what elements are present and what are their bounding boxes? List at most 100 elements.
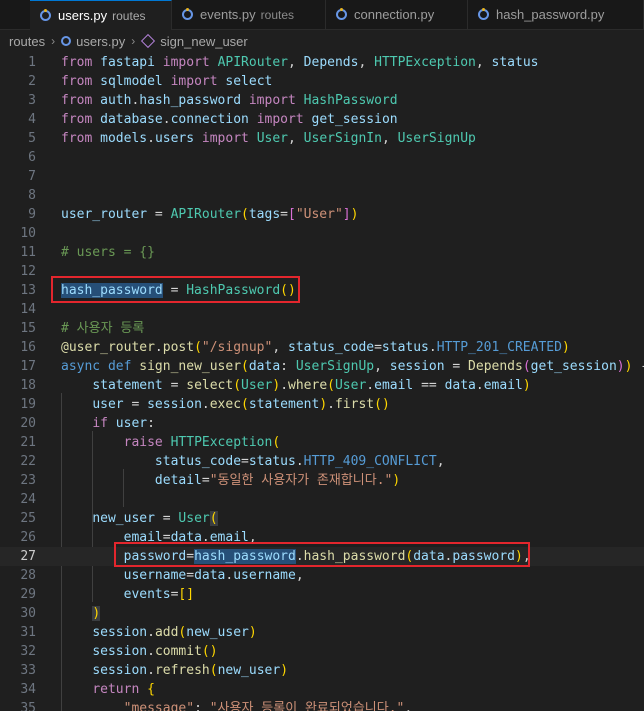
python-file-icon xyxy=(61,36,72,46)
code-line[interactable]: 2 from sqlmodel import select xyxy=(0,72,644,91)
code-text[interactable]: "message": "사용자 등록이 완료되었습니다.", xyxy=(61,699,413,711)
code-text[interactable]: session.commit() xyxy=(61,642,217,661)
code-line[interactable]: 4 from database.connection import get_ses… xyxy=(0,110,644,129)
code-text[interactable]: from models.users import User, UserSignI… xyxy=(61,129,476,148)
method-symbol-icon xyxy=(141,33,156,49)
code-line[interactable]: 11 # users = {} xyxy=(0,243,644,262)
tab-folder-name: routes xyxy=(260,7,295,22)
tab-users-py[interactable]: users.py routes xyxy=(30,0,172,30)
line-number: 18 xyxy=(20,378,36,393)
code-line[interactable]: 10 xyxy=(0,224,644,243)
code-text[interactable]: email=data.email, xyxy=(61,528,257,547)
line-number: 4 xyxy=(28,112,36,127)
code-line[interactable]: 33 session.refresh(new_user) xyxy=(0,661,644,680)
code-line[interactable]: 29 events=[] xyxy=(0,585,644,604)
breadcrumb: routes › users.py › sign_new_user xyxy=(0,30,644,52)
line-number: 31 xyxy=(20,625,36,640)
line-number: 12 xyxy=(20,264,36,279)
code-line[interactable]: 16 @user_router.post("/signup", status_co… xyxy=(0,338,644,357)
breadcrumb-folder[interactable]: routes xyxy=(9,34,45,49)
code-text[interactable]: status_code=status.HTTP_409_CONFLICT, xyxy=(61,452,445,471)
line-number: 9 xyxy=(28,207,36,222)
code-text[interactable]: new_user = User( xyxy=(61,509,218,528)
code-line[interactable]: 17 async def sign_new_user(data: UserSign… xyxy=(0,357,644,376)
chevron-right-icon: › xyxy=(51,34,56,48)
code-line[interactable]: 34 return { xyxy=(0,680,644,699)
code-line[interactable]: 8 xyxy=(0,186,644,205)
code-text[interactable]: session.refresh(new_user) xyxy=(61,661,288,680)
line-number: 6 xyxy=(28,150,36,165)
code-line[interactable]: 19 user = session.exec(statement).first(… xyxy=(0,395,644,414)
line-number: 23 xyxy=(20,473,36,488)
code-text[interactable]: @user_router.post("/signup", status_code… xyxy=(61,338,570,357)
line-number: 29 xyxy=(20,587,36,602)
code-text[interactable]: hash_password = HashPassword() xyxy=(61,281,296,300)
tab-file-name: connection.py xyxy=(354,7,435,22)
tab-connection-py[interactable]: connection.py xyxy=(326,0,468,29)
breadcrumb-symbol[interactable]: sign_new_user xyxy=(160,34,247,49)
line-number: 3 xyxy=(28,93,36,108)
code-line[interactable]: 28 username=data.username, xyxy=(0,566,644,585)
line-number: 17 xyxy=(20,359,36,374)
line-number: 10 xyxy=(20,226,36,241)
code-line[interactable]: 21 raise HTTPException( xyxy=(0,433,644,452)
code-line[interactable]: 9 user_router = APIRouter(tags=["User"]) xyxy=(0,205,644,224)
code-text[interactable]: # users = {} xyxy=(61,243,155,262)
code-text[interactable]: session.add(new_user) xyxy=(61,623,256,642)
code-line[interactable]: 18 statement = select(User).where(User.e… xyxy=(0,376,644,395)
code-line[interactable]: 15 # 사용자 등록 xyxy=(0,319,644,338)
code-text[interactable]: statement = select(User).where(User.emai… xyxy=(61,376,530,395)
code-line[interactable]: 5 from models.users import User, UserSign… xyxy=(0,129,644,148)
code-line[interactable]: 14 xyxy=(0,300,644,319)
code-line[interactable]: 31 session.add(new_user) xyxy=(0,623,644,642)
python-file-icon xyxy=(40,9,51,21)
code-text[interactable]: detail="동일한 사용자가 존재합니다.") xyxy=(61,471,400,490)
code-line[interactable]: 6 xyxy=(0,148,644,167)
code-text[interactable]: if user: xyxy=(61,414,155,433)
line-number: 1 xyxy=(28,55,36,70)
code-line[interactable]: 23 detail="동일한 사용자가 존재합니다.") xyxy=(0,471,644,490)
code-text[interactable]: user_router = APIRouter(tags=["User"]) xyxy=(61,205,358,224)
line-number: 7 xyxy=(28,169,36,184)
code-line[interactable]: 22 status_code=status.HTTP_409_CONFLICT, xyxy=(0,452,644,471)
code-line[interactable]: 7 xyxy=(0,167,644,186)
code-line[interactable]: 24 xyxy=(0,490,644,509)
code-text[interactable]: # 사용자 등록 xyxy=(61,319,144,338)
code-text[interactable]: password=hash_password.hash_password(dat… xyxy=(61,547,531,566)
code-text[interactable]: from fastapi import APIRouter, Depends, … xyxy=(61,53,539,72)
code-line[interactable]: 27 password=hash_password.hash_password(… xyxy=(0,547,644,566)
code-text[interactable]: raise HTTPException( xyxy=(61,433,281,452)
code-text[interactable]: username=data.username, xyxy=(61,566,304,585)
code-line[interactable]: 20 if user: xyxy=(0,414,644,433)
tab-events-py[interactable]: events.py routes xyxy=(172,0,326,29)
code-text[interactable]: user = session.exec(statement).first() xyxy=(61,395,389,414)
code-text[interactable]: ) xyxy=(61,604,101,623)
line-number: 33 xyxy=(20,663,36,678)
code-text[interactable]: return { xyxy=(61,680,155,699)
code-text[interactable]: from auth.hash_password import HashPassw… xyxy=(61,91,398,110)
code-text[interactable]: from database.connection import get_sess… xyxy=(61,110,398,129)
code-text[interactable]: events=[] xyxy=(61,585,194,604)
code-line[interactable]: 32 session.commit() xyxy=(0,642,644,661)
code-line[interactable]: 25 new_user = User( xyxy=(0,509,644,528)
code-line[interactable]: 26 email=data.email, xyxy=(0,528,644,547)
code-line[interactable]: 3 from auth.hash_password import HashPass… xyxy=(0,91,644,110)
python-file-icon xyxy=(336,8,347,20)
code-editor[interactable]: 1 from fastapi import APIRouter, Depends,… xyxy=(0,51,644,711)
code-line[interactable]: 13 hash_password = HashPassword() xyxy=(0,281,644,300)
code-text[interactable]: async def sign_new_user(data: UserSignUp… xyxy=(61,357,644,376)
line-number: 21 xyxy=(20,435,36,450)
python-file-icon xyxy=(182,8,193,20)
line-number: 14 xyxy=(20,302,36,317)
tab-folder-name: routes xyxy=(112,8,146,23)
line-number: 15 xyxy=(20,321,36,336)
breadcrumb-file[interactable]: users.py xyxy=(76,34,125,49)
code-line[interactable]: 12 xyxy=(0,262,644,281)
code-line[interactable]: 30 ) xyxy=(0,604,644,623)
code-line[interactable]: 1 from fastapi import APIRouter, Depends,… xyxy=(0,53,644,72)
tab-hash-password-py[interactable]: hash_password.py xyxy=(468,0,644,29)
chevron-right-icon: › xyxy=(131,34,136,48)
code-text[interactable]: from sqlmodel import select xyxy=(61,72,272,91)
line-number: 2 xyxy=(28,74,36,89)
code-line[interactable]: 35 "message": "사용자 등록이 완료되었습니다.", xyxy=(0,699,644,711)
